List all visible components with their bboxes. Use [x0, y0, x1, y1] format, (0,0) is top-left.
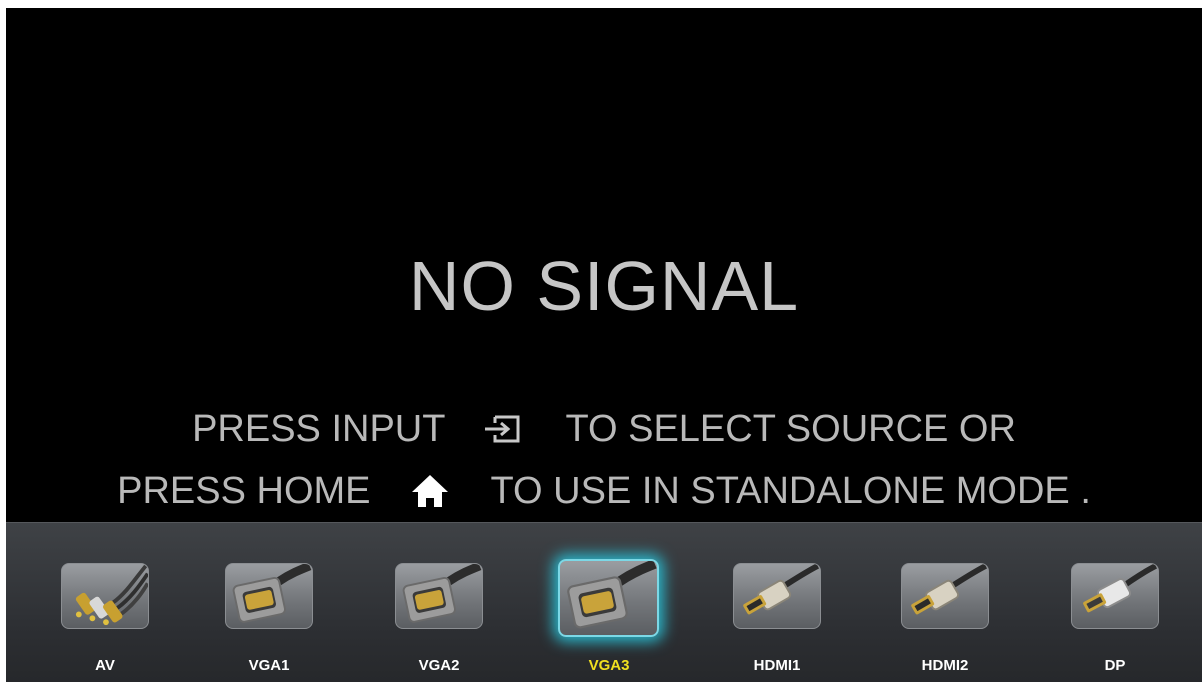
tv-screen: NO SIGNAL PRESS INPUT TO SELECT SOURCE O… — [6, 8, 1202, 682]
source-item-av[interactable]: AV — [50, 523, 160, 682]
home-instruction: PRESS HOME TO USE IN STANDALONE MODE . — [6, 468, 1202, 514]
source-label-dp: DP — [1104, 657, 1126, 674]
source-label-hdmi1: HDMI1 — [753, 657, 801, 674]
source-label-vga1: VGA1 — [248, 657, 290, 674]
source-item-vga2[interactable]: VGA2 — [384, 523, 494, 682]
input-instruction: PRESS INPUT TO SELECT SOURCE OR — [6, 406, 1202, 452]
hdmi-connector-icon — [901, 563, 989, 629]
home-instruction-suffix: TO USE IN STANDALONE MODE . — [490, 470, 1091, 512]
vga-connector-icon — [395, 563, 483, 629]
input-instruction-suffix: TO SELECT SOURCE OR — [565, 408, 1016, 450]
source-item-hdmi1[interactable]: HDMI1 — [722, 523, 832, 682]
displayport-connector-icon — [1071, 563, 1159, 629]
home-icon — [411, 474, 449, 508]
source-selector-bar: AV VGA1 VGA2 VGA3 HDMI1 HDMI2 DP — [6, 522, 1202, 682]
source-label-vga2: VGA2 — [418, 657, 460, 674]
input-source-icon — [483, 414, 523, 444]
av-rca-cable-icon — [61, 563, 149, 629]
source-label-vga3: VGA3 — [588, 657, 630, 674]
source-item-vga1[interactable]: VGA1 — [214, 523, 324, 682]
no-signal-title: NO SIGNAL — [408, 247, 800, 325]
vga-connector-icon — [225, 563, 313, 629]
hdmi-connector-icon — [733, 563, 821, 629]
source-label-av: AV — [95, 657, 115, 674]
source-item-hdmi2[interactable]: HDMI2 — [890, 523, 1000, 682]
source-label-hdmi2: HDMI2 — [921, 657, 969, 674]
source-item-dp[interactable]: DP — [1060, 523, 1170, 682]
home-instruction-prefix: PRESS HOME — [117, 470, 371, 512]
input-instruction-prefix: PRESS INPUT — [192, 408, 446, 450]
vga-connector-icon — [558, 559, 659, 637]
source-item-vga3[interactable]: VGA3 — [554, 523, 664, 682]
